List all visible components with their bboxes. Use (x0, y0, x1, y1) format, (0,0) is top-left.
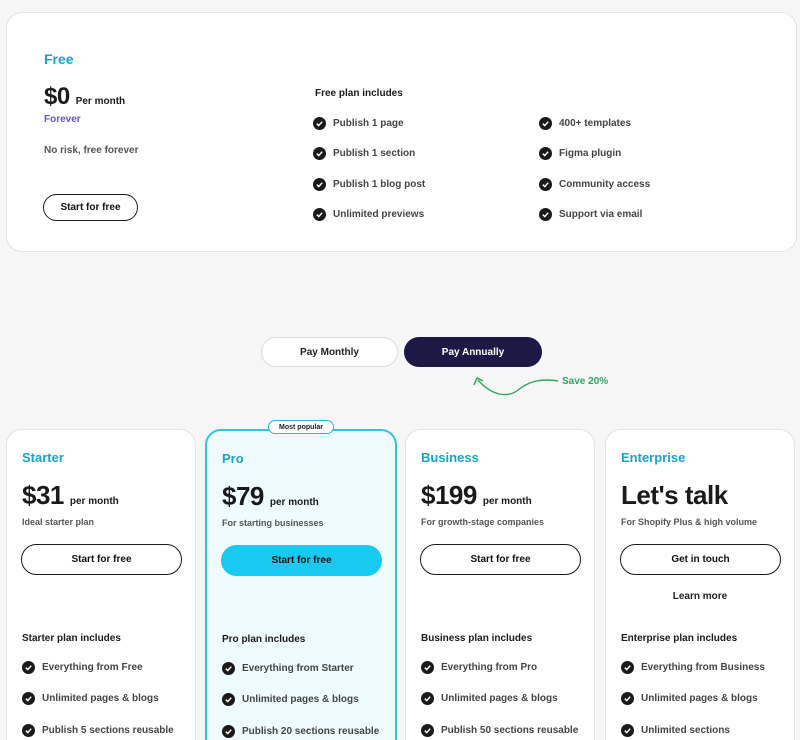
business-plan-card: Business $199 per month For growth-stage… (405, 429, 595, 740)
feature-item: Community access (539, 178, 650, 191)
pro-start-button[interactable]: Start for free (221, 545, 382, 576)
feature-item: Publish 1 blog post (313, 178, 425, 191)
check-icon (539, 147, 552, 160)
plan-price: $79 per month (222, 481, 319, 512)
price-period: per month (482, 496, 532, 507)
plan-price: Let's talk (621, 480, 734, 511)
feature-item: Everything from Starter (222, 662, 354, 675)
save-percentage-label: Save 20% (562, 376, 609, 387)
plan-subtitle: For Shopify Plus & high volume (621, 517, 758, 527)
feature-item: Unlimited previews (313, 208, 424, 221)
feature-item: Everything from Pro (421, 661, 537, 674)
starter-plan-card: Starter $31 per month Ideal starter plan… (6, 429, 196, 740)
feature-item: Unlimited pages & blogs (222, 693, 359, 706)
price-amount: $199 (421, 480, 477, 510)
free-plan-description: No risk, free forever (44, 145, 139, 156)
check-icon (22, 692, 35, 705)
business-start-button[interactable]: Start for free (420, 544, 581, 575)
plan-includes-heading: Starter plan includes (22, 633, 121, 644)
feature-item: 400+ templates (539, 117, 631, 130)
feature-item: Unlimited sections (621, 724, 730, 737)
check-icon (621, 661, 634, 674)
feature-item: Publish 20 sections reusable (222, 725, 379, 738)
check-icon (313, 147, 326, 160)
starter-start-button[interactable]: Start for free (21, 544, 182, 575)
check-icon (222, 662, 235, 675)
feature-item: Publish 5 sections reusable (22, 724, 174, 737)
check-icon (539, 178, 552, 191)
plan-price: $199 per month (421, 480, 532, 511)
plan-subtitle: Ideal starter plan (22, 517, 95, 527)
check-icon (621, 724, 634, 737)
most-popular-badge: Most popular (268, 420, 334, 434)
free-start-button[interactable]: Start for free (43, 194, 138, 221)
plan-includes-heading: Enterprise plan includes (621, 633, 738, 644)
feature-item: Unlimited pages & blogs (22, 692, 159, 705)
check-icon (313, 117, 326, 130)
check-icon (22, 724, 35, 737)
free-includes-heading: Free plan includes (315, 88, 403, 99)
plan-subtitle: For starting businesses (222, 518, 324, 528)
enterprise-plan-card: Enterprise Let's talk For Shopify Plus &… (605, 429, 795, 740)
pay-monthly-toggle[interactable]: Pay Monthly (261, 337, 398, 367)
check-icon (421, 692, 434, 705)
free-price-period: Per month (75, 96, 126, 107)
check-icon (539, 208, 552, 221)
feature-item: Unlimited pages & blogs (421, 692, 558, 705)
check-icon (22, 661, 35, 674)
check-icon (539, 117, 552, 130)
price-amount: $31 (22, 480, 64, 510)
pay-annually-toggle[interactable]: Pay Annually (404, 337, 542, 367)
check-icon (621, 692, 634, 705)
price-period: per month (269, 497, 319, 508)
check-icon (421, 661, 434, 674)
plan-includes-heading: Pro plan includes (222, 634, 306, 645)
plan-name: Pro (222, 451, 244, 466)
feature-item: Publish 50 sections reusable (421, 724, 578, 737)
check-icon (313, 208, 326, 221)
pro-plan-card: Pro $79 per month For starting businesse… (205, 429, 397, 740)
enterprise-contact-button[interactable]: Get in touch (620, 544, 781, 575)
plan-name: Business (421, 450, 479, 465)
feature-item: Unlimited pages & blogs (621, 692, 758, 705)
plan-name: Starter (22, 450, 64, 465)
feature-item: Figma plugin (539, 147, 621, 160)
feature-item: Everything from Business (621, 661, 765, 674)
free-plan-card: Free $0 Per month Forever No risk, free … (6, 12, 797, 252)
free-plan-title: Free (44, 51, 74, 67)
feature-item: Everything from Free (22, 661, 143, 674)
check-icon (421, 724, 434, 737)
free-forever-label: Forever (44, 114, 81, 125)
plan-name: Enterprise (621, 450, 686, 465)
price-period: per month (69, 496, 119, 507)
plan-subtitle: For growth-stage companies (421, 517, 545, 527)
free-plan-price: $0 Per month (44, 83, 125, 111)
price-amount: Let's talk (621, 480, 728, 510)
plan-price: $31 per month (22, 480, 119, 511)
price-amount: $79 (222, 481, 264, 511)
plan-includes-heading: Business plan includes (421, 633, 533, 644)
feature-item: Publish 1 page (313, 117, 404, 130)
feature-item: Publish 1 section (313, 147, 415, 160)
free-price-amount: $0 (44, 83, 70, 110)
learn-more-link[interactable]: Learn more (606, 591, 794, 602)
check-icon (313, 178, 326, 191)
check-icon (222, 693, 235, 706)
check-icon (222, 725, 235, 738)
curved-arrow-icon (473, 377, 559, 396)
feature-item: Support via email (539, 208, 642, 221)
